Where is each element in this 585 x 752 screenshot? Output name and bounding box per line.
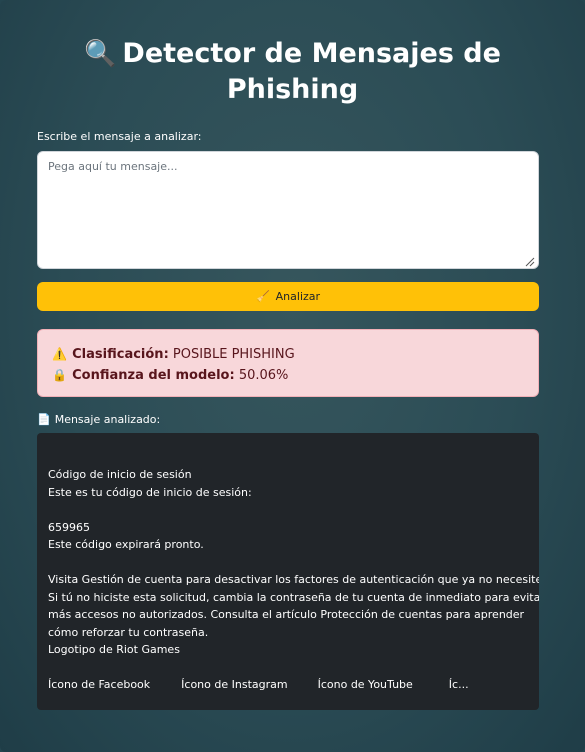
result-alert: ⚠️ Clasificación: POSIBLE PHISHING 🔒 Con…	[37, 329, 539, 397]
analyzed-message-lines: Código de inicio de sesión Este es tu cód…	[48, 466, 539, 677]
message-line: 659965	[48, 520, 90, 534]
message-input-label: Escribe el mensaje a analizar:	[37, 130, 202, 143]
confidence-label: Confianza del modelo:	[72, 368, 235, 383]
analyze-button-label: Analizar	[275, 290, 321, 303]
message-line: Este código expirará pronto.	[48, 538, 204, 551]
icon-link-text: Íc...	[448, 678, 469, 691]
message-line: Si tú no hiciste esta solicitud, cambia …	[48, 590, 539, 604]
message-line: Visita Gestión de cuenta para desactivar…	[48, 573, 539, 586]
message-line: cómo reforzar tu contraseña.	[48, 625, 209, 639]
page-title: 🔍 Detector de Mensajes de Phishing	[84, 38, 501, 105]
warning-icon: ⚠️	[52, 347, 67, 361]
icon-link-text: Ícono de YouTube	[317, 678, 413, 691]
document-icon: 📄	[37, 413, 51, 426]
broom-icon: 🧹	[255, 290, 270, 303]
analyze-button[interactable]: 🧹 Analizar	[37, 282, 539, 311]
message-line: Código de inicio de sesión	[48, 468, 192, 481]
message-line	[48, 554, 528, 572]
lock-icon: 🔒	[52, 368, 67, 382]
analyzed-message-label: 📄 Mensaje analizado:	[37, 413, 161, 426]
confidence-row: 🔒 Confianza del modelo: 50.06%	[52, 365, 524, 386]
confidence-value: 50.06%	[238, 368, 289, 383]
icon-links-row: Ícono de Facebook Ícono de Instagram Ícono…	[48, 676, 528, 694]
classification-label: Clasificación:	[72, 347, 169, 362]
message-line: Logotipo de Riot Games	[48, 643, 180, 656]
message-line: Este es tu código de inicio de sesión:	[48, 485, 252, 499]
resize-grip-icon[interactable]	[524, 256, 535, 267]
icon-link-text: Ícono de Instagram	[181, 678, 288, 691]
message-input[interactable]	[37, 151, 539, 269]
icon-link-text: Ícono de Facebook	[48, 678, 151, 691]
message-line	[48, 501, 528, 519]
message-line: más accesos no autorizados. Consulta el …	[48, 608, 525, 621]
classification-row: ⚠️ Clasificación: POSIBLE PHISHING	[52, 344, 524, 365]
classification-value: POSIBLE PHISHING	[172, 347, 295, 362]
message-line	[48, 659, 528, 677]
magnifier-icon: 🔍	[84, 39, 117, 69]
app-page: 🔍 Detector de Mensajes de Phishing Escrib…	[0, 0, 585, 752]
analyzed-message-box: Código de inicio de sesión Este es tu cód…	[37, 433, 539, 710]
